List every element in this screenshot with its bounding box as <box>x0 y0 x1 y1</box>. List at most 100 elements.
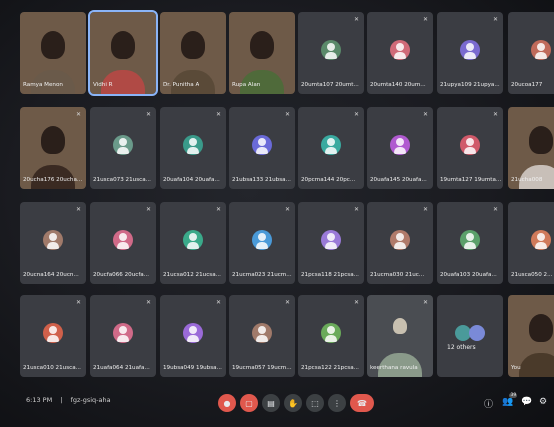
avatar-icon <box>252 134 272 155</box>
person-face <box>41 125 65 154</box>
participant-tile[interactable]: ✕ 21ucma023 21ucm... <box>229 202 295 284</box>
participant-tile[interactable]: ✕ 21upya109 21upya... <box>437 12 503 94</box>
participant-name: 20uafa103 20uafa... <box>440 272 497 278</box>
participant-name: 12 others <box>447 344 476 351</box>
bottom-bar: 6:13 PM | fgz-gsiq-aha ● ▢ ▤ ✋ ⬚ ⋮ ☎ ⓘ 👥… <box>0 382 554 427</box>
activities-button[interactable]: ⚙ <box>539 397 547 407</box>
meeting-code: fgz-gsiq-aha <box>70 396 111 404</box>
participant-name: 21ucma030 21uc... <box>370 272 425 278</box>
participant-name: 21usca050 2... <box>511 272 553 278</box>
participant-tile[interactable]: ✕ 20uafa104 20uafa... <box>160 107 226 189</box>
avatar-icon <box>43 322 63 343</box>
participant-tile[interactable]: 21usca050 2... <box>508 202 554 284</box>
participant-tile[interactable]: 20ucoa177 <box>508 12 554 94</box>
mic-icon: ● <box>223 398 231 408</box>
mic-muted-icon: ✕ <box>215 299 221 306</box>
avatar-icon <box>113 322 133 343</box>
captions-icon: ▤ <box>267 398 275 408</box>
participant-tile[interactable]: Rupa Alan <box>229 12 295 94</box>
participant-tile[interactable]: ✕ 21ucsa012 21ucsa... <box>160 202 226 284</box>
participant-tile[interactable]: ✕ 20ucna164 20ucn... <box>20 202 86 284</box>
participant-tile[interactable]: You <box>508 295 554 377</box>
avatar-icon <box>390 229 410 250</box>
participant-tile[interactable]: Vidhi R <box>88 10 158 96</box>
avatar-icon <box>183 134 203 155</box>
person-face <box>41 30 65 59</box>
avatar-icon <box>113 229 133 250</box>
chat-button[interactable]: 💬 <box>521 397 532 407</box>
present-icon: ⬚ <box>311 398 319 408</box>
mic-button[interactable]: ● <box>218 394 236 412</box>
avatar-icon <box>460 39 480 60</box>
avatar-icon <box>390 134 410 155</box>
participant-name: 21pcsa122 21pcsa... <box>301 365 359 371</box>
participant-name: 20umta107 20umt... <box>301 82 359 88</box>
participant-name: 19umta127 19umta... <box>440 177 502 183</box>
participant-tile[interactable]: ✕ 20umta107 20umt... <box>298 12 364 94</box>
participant-tile[interactable]: ✕ 20ucha176 20ucha... <box>20 107 86 189</box>
mic-muted-icon: ✕ <box>492 16 498 23</box>
participant-tile[interactable]: ✕ 20ucfa066 20ucfa... <box>90 202 156 284</box>
info-icon: ⓘ <box>484 400 494 410</box>
avatar-icon <box>531 39 551 60</box>
mic-muted-icon: ✕ <box>75 299 81 306</box>
participant-tile[interactable]: ✕ 20pcma144 20pc... <box>298 107 364 189</box>
avatar-icon <box>113 134 133 155</box>
mic-muted-icon: ✕ <box>145 206 151 213</box>
people-count-badge: 39 <box>509 393 518 398</box>
activities-icon: ⚙ <box>539 397 548 407</box>
participant-tile[interactable]: ✕ 21ucma030 21uc... <box>367 202 433 284</box>
raise-hand-button[interactable]: ✋ <box>284 394 302 412</box>
participant-name: 20uafa104 20uafa... <box>163 177 220 183</box>
participant-tile[interactable]: ✕ 21pcsa118 21pcsa... <box>298 202 364 284</box>
participant-tile[interactable]: ✕ keerthana ravula <box>367 295 433 377</box>
mic-muted-icon: ✕ <box>422 111 428 118</box>
people-button[interactable]: 👥 39 <box>502 393 518 407</box>
more-options-button[interactable]: ⋮ <box>328 394 346 412</box>
participant-tile[interactable]: Dr. Punitha A <box>160 12 226 94</box>
mic-muted-icon: ✕ <box>492 206 498 213</box>
hand-icon: ✋ <box>288 398 298 408</box>
captions-button[interactable]: ▤ <box>262 394 280 412</box>
participant-tile[interactable]: ✕ 19ubsa049 19ubsa... <box>160 295 226 377</box>
participant-name: 21usca073 21usca... <box>93 177 151 183</box>
mic-muted-icon: ✕ <box>353 206 359 213</box>
participant-name: 21ucma023 21ucm... <box>232 272 292 278</box>
participant-name: Rupa Alan <box>232 82 261 88</box>
avatar-icon <box>469 325 485 341</box>
avatar-icon <box>460 229 480 250</box>
avatar-icon <box>321 134 341 155</box>
participant-tile[interactable]: 21ucha008 <box>508 107 554 189</box>
participant-name: 20ucfa066 20ucfa... <box>93 272 150 278</box>
participant-name: Dr. Punitha A <box>163 82 200 88</box>
avatar-icon <box>321 229 341 250</box>
mic-muted-icon: ✕ <box>284 299 290 306</box>
meeting-details-button[interactable]: ⓘ <box>484 397 493 410</box>
participant-name: 21pcsa118 21pcsa... <box>301 272 359 278</box>
participant-tile[interactable]: ✕ 21usca073 21usca... <box>90 107 156 189</box>
participant-tile[interactable]: ✕ 19umta127 19umta... <box>437 107 503 189</box>
participant-name: You <box>511 365 521 371</box>
participant-name: 20uafa145 20uafa... <box>370 177 427 183</box>
participant-name: 20pcma144 20pc... <box>301 177 356 183</box>
end-call-button[interactable]: ☎ <box>350 394 374 412</box>
camera-button[interactable]: ▢ <box>240 394 258 412</box>
mic-muted-icon: ✕ <box>284 111 290 118</box>
participant-tile[interactable]: ✕ 20umta140 20um... <box>367 12 433 94</box>
participant-tile[interactable]: ✕ 21ubsa133 21ubsa... <box>229 107 295 189</box>
participant-tile[interactable]: 12 others <box>437 295 503 377</box>
meet-window: Ramya Menon Vidhi R Dr. Punitha A Rupa Alan… <box>0 0 554 427</box>
participant-tile[interactable]: ✕ 20uafa145 20uafa... <box>367 107 433 189</box>
participant-tile[interactable]: Ramya Menon <box>20 12 86 94</box>
participant-tile[interactable]: ✕ 21uafa064 21uafa... <box>90 295 156 377</box>
participant-tile[interactable]: ✕ 21pcsa122 21pcsa... <box>298 295 364 377</box>
present-button[interactable]: ⬚ <box>306 394 324 412</box>
participant-tile[interactable]: ✕ 20uafa103 20uafa... <box>437 202 503 284</box>
participant-tile[interactable]: ✕ 21usca010 21usca... <box>20 295 86 377</box>
participant-name: 21ucha008 <box>511 177 543 183</box>
avatar-icon <box>183 322 203 343</box>
participant-tile[interactable]: ✕ 19ucma057 19ucm... <box>229 295 295 377</box>
participant-name: 21ucsa012 21ucsa... <box>163 272 221 278</box>
avatar-icon <box>531 229 551 250</box>
avatar-icon <box>321 39 341 60</box>
